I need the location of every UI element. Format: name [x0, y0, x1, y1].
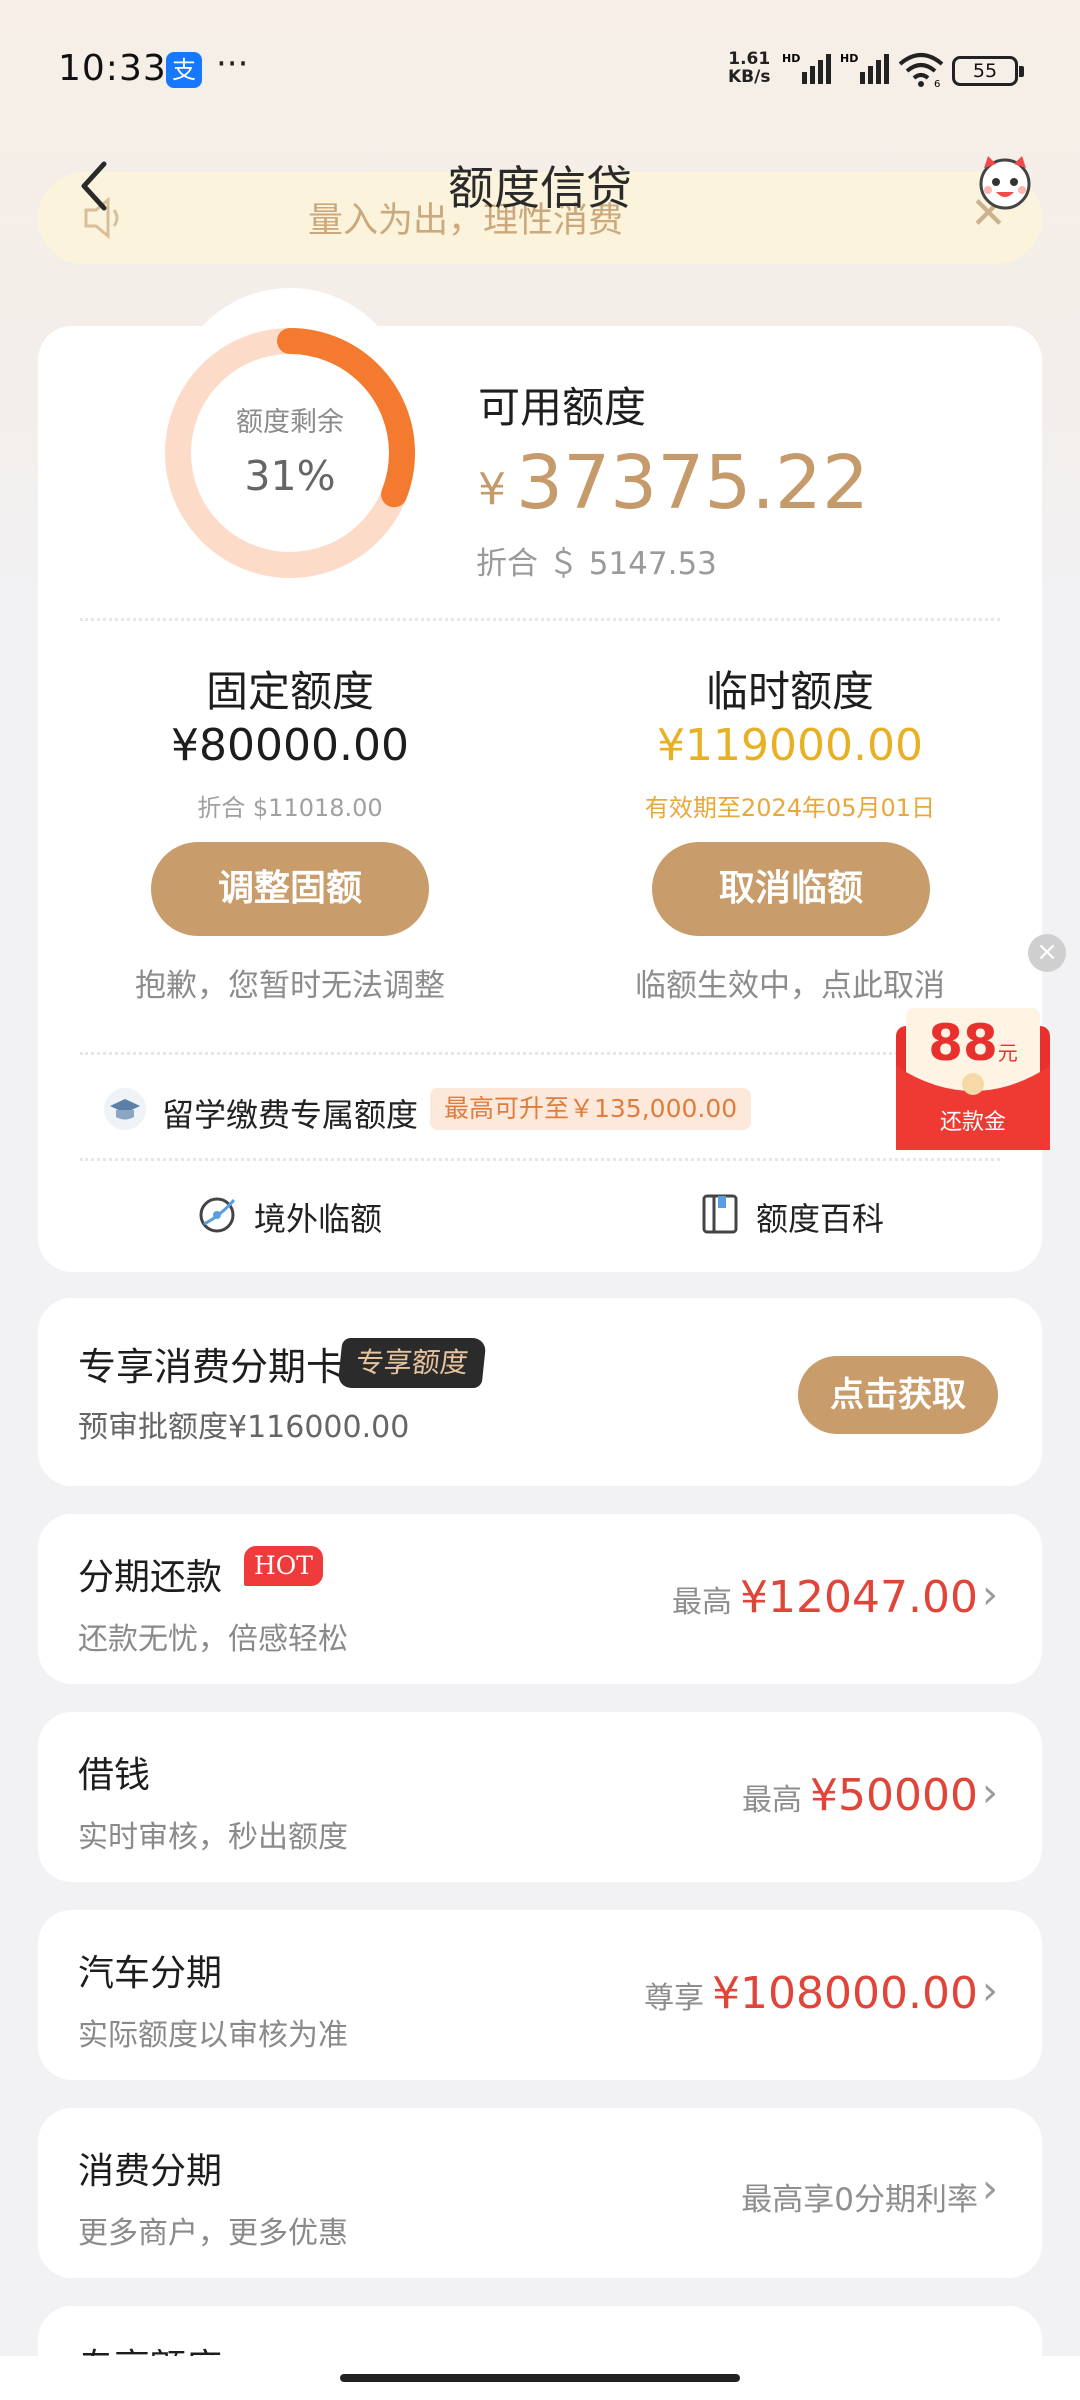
row-prefix: 尊享	[644, 1981, 705, 2016]
alipay-notification-icon: 支	[166, 52, 202, 88]
temp-credit-amount: ¥119000.00	[657, 720, 923, 771]
chevron-right-icon: ›	[982, 2166, 998, 2212]
network-speed: 1.61 KB/s	[728, 50, 770, 86]
repayment-bonus-promo[interactable]: 88元 还款金	[894, 1006, 1052, 1152]
row-title: 消费分期	[78, 2151, 223, 2192]
ring-percent: 31%	[244, 452, 336, 500]
overseas-temp-credit-link[interactable]: 境外临额	[254, 1194, 382, 1240]
row-amount: ¥50000	[810, 1770, 978, 1821]
net-speed-unit: KB/s	[728, 67, 771, 87]
available-credit-label: 可用额度	[478, 383, 647, 432]
adjust-fixed-button[interactable]: 调整固额	[151, 842, 429, 936]
credit-wiki-link[interactable]: 额度百科	[756, 1194, 884, 1240]
available-credit-amount: 37375.22	[516, 440, 870, 526]
row-title: 汽车分期	[78, 1953, 223, 1994]
signal-icon: HD	[782, 52, 831, 84]
promo-close-button[interactable]: ×	[1028, 934, 1066, 972]
status-time: 10:33	[58, 48, 167, 89]
hd-label-2: HD	[840, 52, 858, 65]
row-amount: ¥108000.00	[712, 1968, 978, 2019]
list-item-borrow[interactable]: 借钱 实时审核，秒出额度 最高 ¥50000 ›	[38, 1712, 1042, 1882]
fixed-credit-title: 固定额度	[205, 667, 374, 716]
row-title: 分期还款	[78, 1557, 223, 1598]
exclusive-card-title: 专享消费分期卡	[78, 1345, 345, 1389]
divider	[80, 1158, 1000, 1161]
currency-symbol: ¥	[478, 464, 506, 515]
row-sub: 更多商户，更多优惠	[78, 2216, 348, 2251]
row-right-text: 最高享0分期利率	[741, 2182, 978, 2218]
row-sub: 实际额度以审核为准	[78, 2018, 348, 2053]
graduation-cap-icon	[104, 1088, 146, 1130]
fixed-credit-amount: ¥80000.00	[171, 720, 409, 771]
temp-credit-title: 临时额度	[705, 667, 874, 716]
row-title: 借钱	[78, 1755, 151, 1796]
overseas-globe-icon	[199, 1197, 236, 1233]
promo-label: 还款金	[939, 1110, 1006, 1135]
exclusive-badge: 专享额度	[337, 1338, 487, 1388]
row-amount: ¥12047.00	[740, 1572, 978, 1623]
hd-label: HD	[782, 52, 800, 65]
fixed-credit-note: 抱歉，您暂时无法调整	[135, 968, 445, 1004]
temp-credit-note[interactable]: 临额生效中，点此取消	[550, 960, 1030, 1005]
study-credit-label[interactable]: 留学缴费专属额度	[162, 1090, 418, 1136]
promo-amount: 88	[928, 1014, 998, 1072]
chevron-right-icon: ›	[982, 1968, 998, 2014]
study-credit-badge: 最高可升至￥135,000.00	[430, 1088, 752, 1130]
row-sub: 还款无忧，倍感轻松	[78, 1622, 348, 1657]
temp-credit-validity: 有效期至2024年05月01日	[644, 794, 936, 822]
promo-unit: 元	[997, 1041, 1018, 1065]
exclusive-card-sub: 预审批额度¥116000.00	[78, 1410, 410, 1445]
chevron-right-icon: ›	[982, 1572, 998, 1618]
available-credit-usd: 折合 ＄ 5147.53	[476, 546, 717, 582]
signal-icon-2: HD	[840, 52, 889, 84]
chevron-right-icon: ›	[982, 1770, 998, 1816]
wifi-band: 6	[934, 79, 940, 88]
book-icon	[702, 1194, 738, 1234]
page-title: 额度信贷	[448, 161, 632, 215]
row-prefix: 最高	[672, 1585, 733, 1620]
list-item-installment-repay[interactable]: 分期还款 HOT 还款无忧，倍感轻松 最高 ¥12047.00 ›	[38, 1514, 1042, 1684]
promo-amount-wrap: 88元	[894, 1014, 1052, 1072]
ring-label: 额度剩余	[236, 407, 344, 438]
row-prefix: 最高	[742, 1783, 803, 1818]
wifi-icon: 6	[898, 53, 944, 88]
divider	[80, 618, 1000, 621]
more-notifications-icon: ···	[216, 44, 249, 84]
list-item-car-installment[interactable]: 汽车分期 实际额度以审核为准 尊享 ¥108000.00 ›	[38, 1910, 1042, 2080]
get-card-button[interactable]: 点击获取	[798, 1356, 998, 1434]
list-item-consumer-installment[interactable]: 消费分期 更多商户，更多优惠 最高享0分期利率 ›	[38, 2108, 1042, 2278]
home-indicator[interactable]	[340, 2374, 740, 2382]
battery-icon: 55	[952, 56, 1024, 86]
status-bar: 10:33 支 ··· 1.61 KB/s HD HD 6 55	[0, 0, 1080, 130]
divider	[80, 1052, 1000, 1055]
mascot-icon[interactable]	[970, 150, 1040, 214]
row-sub: 实时审核，秒出额度	[78, 1820, 348, 1855]
net-speed-value: 1.61	[728, 49, 771, 69]
hot-badge: HOT	[244, 1546, 323, 1586]
fixed-credit-usd: 折合 $11018.00	[197, 794, 383, 822]
back-arrow-icon[interactable]	[76, 158, 116, 214]
cancel-temp-button[interactable]: 取消临额	[652, 842, 930, 936]
